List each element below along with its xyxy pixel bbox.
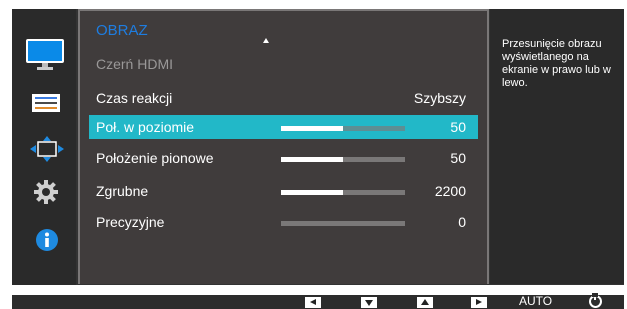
menu-item-h-position[interactable]: Poł. w poziomie 50 xyxy=(89,115,478,139)
level-bar[interactable] xyxy=(281,126,405,131)
auto-button[interactable]: AUTO xyxy=(519,294,552,308)
menu-item-value: 50 xyxy=(450,119,466,135)
menu-item-coarse[interactable]: Zgrubne 2200 xyxy=(89,179,478,203)
right-button[interactable] xyxy=(471,297,487,308)
menu-item-label: Zgrubne xyxy=(96,183,149,199)
menu-item-label: Precyzyjne xyxy=(96,214,165,230)
menu-item-label: Czerń HDMI xyxy=(96,56,174,72)
down-button[interactable] xyxy=(361,297,377,308)
power-icon-gap xyxy=(592,293,598,297)
menu-item-value: 50 xyxy=(450,150,466,166)
monitor-icon[interactable] xyxy=(25,38,65,72)
scroll-up-icon[interactable] xyxy=(263,38,269,43)
level-fill xyxy=(281,157,343,162)
gear-icon[interactable] xyxy=(34,180,58,204)
level-bar[interactable] xyxy=(281,221,405,226)
menu-title: OBRAZ xyxy=(96,22,148,39)
menu-item-fine[interactable]: Precyzyjne 0 xyxy=(89,210,478,234)
level-bar[interactable] xyxy=(281,190,405,195)
down-arrow-icon xyxy=(365,300,373,306)
menu-item-label: Poł. w poziomie xyxy=(96,119,195,135)
left-button[interactable] xyxy=(305,297,321,308)
menu-item-label: Położenie pionowe xyxy=(96,150,214,166)
menu-item-v-position[interactable]: Położenie pionowe 50 xyxy=(89,146,478,170)
move-arrows-icon[interactable] xyxy=(30,136,64,162)
menu-item-response-time[interactable]: Czas reakcji Szybszy xyxy=(89,86,478,110)
menu-item-label: Czas reakcji xyxy=(96,90,173,106)
menu-item-hdmi-black[interactable]: Czerń HDMI xyxy=(89,52,478,76)
level-bar[interactable] xyxy=(281,157,405,162)
list-settings-icon[interactable] xyxy=(32,94,60,112)
menu-item-value: 2200 xyxy=(434,183,466,199)
up-button[interactable] xyxy=(417,297,433,308)
level-fill xyxy=(281,190,343,195)
menu-item-value: Szybszy xyxy=(413,90,466,106)
right-arrow-icon xyxy=(476,299,482,305)
info-icon[interactable] xyxy=(35,228,59,252)
level-fill xyxy=(281,126,343,131)
help-text: Przesunięcie obrazu wyświetlanego na ekr… xyxy=(502,38,611,89)
left-arrow-icon xyxy=(310,299,316,305)
menu-item-value: 0 xyxy=(458,214,466,230)
up-arrow-icon xyxy=(421,299,429,305)
